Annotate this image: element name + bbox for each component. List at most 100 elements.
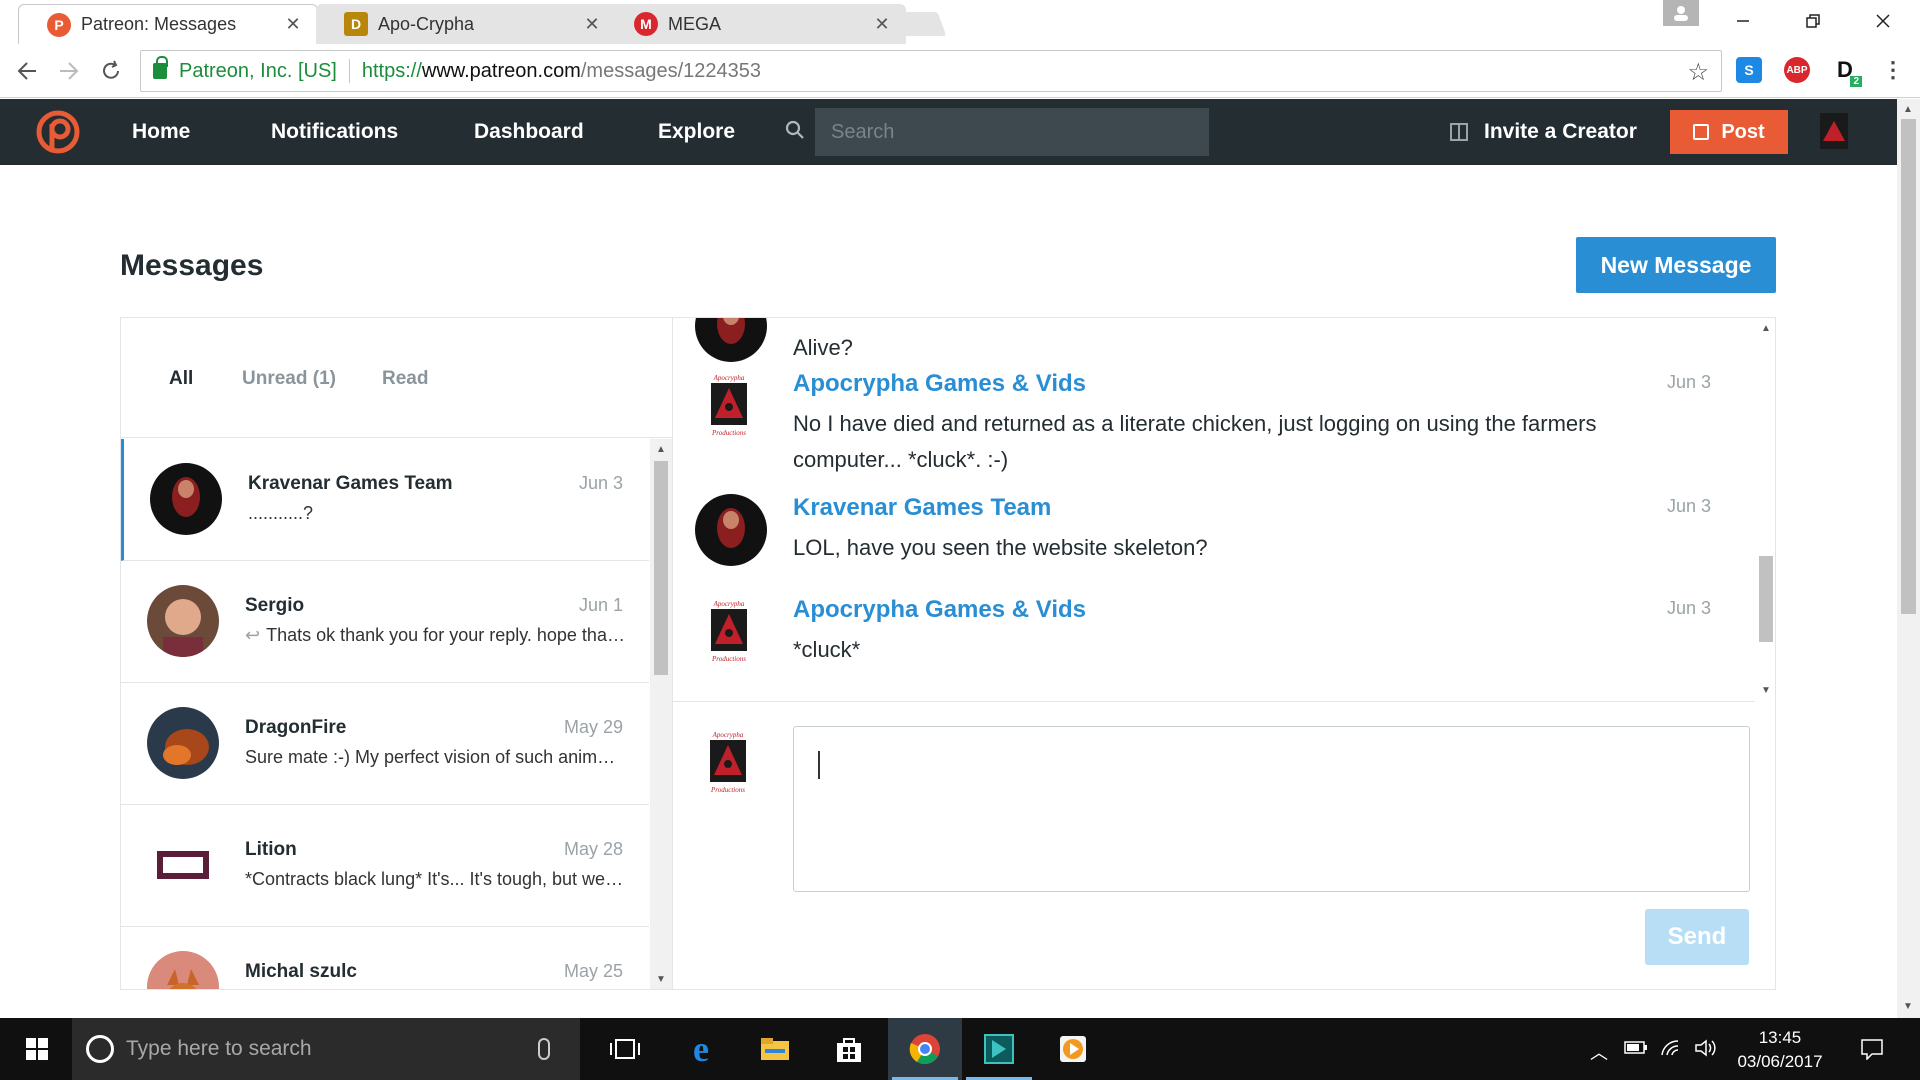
conversation-date: Jun 3 bbox=[578, 473, 623, 493]
nav-explore[interactable]: Explore bbox=[658, 120, 735, 144]
volume-icon[interactable] bbox=[1694, 1039, 1718, 1062]
message-sender[interactable]: Apocrypha Games & Vids bbox=[793, 596, 1086, 624]
chevron-up-icon[interactable]: ︿ bbox=[1590, 1039, 1608, 1065]
close-icon[interactable]: ✕ bbox=[283, 14, 303, 35]
file-explorer-icon[interactable] bbox=[738, 1018, 812, 1080]
address-bar[interactable]: Patreon, Inc. [US] https:// www.patreon.… bbox=[140, 50, 1722, 92]
search-input[interactable] bbox=[815, 108, 1209, 156]
nav-home[interactable]: Home bbox=[132, 120, 190, 144]
conversation-preview: ↩ Thats ok thank you for your reply. hope… bbox=[245, 625, 625, 646]
back-arrow-icon[interactable] bbox=[10, 54, 44, 88]
post-label: Post bbox=[1721, 120, 1765, 143]
message-thread: Alive? Apocrypha Productions Apocrypha G… bbox=[673, 318, 1755, 702]
tab-apo-crypha[interactable]: D Apo-Crypha ✕ bbox=[316, 4, 616, 44]
thread-scrollbar[interactable]: ▲ ▼ bbox=[1755, 318, 1775, 702]
scroll-down-icon[interactable]: ▼ bbox=[1901, 1000, 1915, 1014]
clock-date: 03/06/2017 bbox=[1737, 1052, 1823, 1071]
new-tab-button[interactable] bbox=[891, 12, 947, 36]
conversation-item-dragonfire[interactable]: DragonFire May 29 Sure mate :-) My perfe… bbox=[121, 683, 649, 805]
message-sender[interactable]: Apocrypha Games & Vids bbox=[793, 370, 1086, 398]
minimize-icon[interactable] bbox=[1720, 6, 1766, 36]
skype-extension-icon[interactable]: S bbox=[1736, 57, 1762, 83]
message-text: *cluck* bbox=[793, 637, 861, 662]
avatar bbox=[695, 494, 767, 566]
conversation-item-michal[interactable]: Michal szulc May 25 bbox=[121, 927, 649, 989]
store-icon[interactable] bbox=[812, 1018, 886, 1080]
video-player-icon[interactable] bbox=[1036, 1018, 1110, 1080]
apocrypha-logo-icon: Apocrypha Productions bbox=[710, 731, 746, 794]
message-input[interactable] bbox=[793, 726, 1750, 892]
invite-creator-link[interactable]: Invite a Creator bbox=[1450, 120, 1637, 144]
task-view-icon[interactable] bbox=[588, 1018, 662, 1080]
mega-favicon-icon: M bbox=[634, 12, 658, 36]
taskbar-search[interactable]: Type here to search bbox=[72, 1018, 580, 1080]
forward-arrow-icon[interactable] bbox=[52, 54, 86, 88]
profile-icon[interactable] bbox=[1663, 0, 1699, 26]
conversation-item-sergio[interactable]: Sergio Jun 1 ↩ Thats ok thank you for you… bbox=[121, 561, 649, 683]
filter-read[interactable]: Read bbox=[382, 368, 428, 390]
message-filters: All Unread (1) Read bbox=[121, 318, 672, 438]
post-button[interactable]: Post bbox=[1670, 110, 1788, 154]
conversation-name: DragonFire bbox=[245, 717, 347, 738]
close-icon[interactable]: ✕ bbox=[872, 14, 892, 35]
send-button[interactable]: Send bbox=[1645, 909, 1749, 965]
close-window-icon[interactable] bbox=[1860, 6, 1906, 36]
scroll-up-icon[interactable]: ▲ bbox=[1901, 103, 1915, 117]
tab-patreon-messages[interactable]: P Patreon: Messages ✕ bbox=[18, 4, 318, 44]
scroll-up-icon[interactable]: ▲ bbox=[654, 443, 668, 457]
cortana-icon bbox=[86, 1035, 114, 1063]
scrollbar-thumb[interactable] bbox=[654, 461, 668, 675]
battery-icon[interactable] bbox=[1624, 1039, 1648, 1060]
tab-mega[interactable]: M MEGA ✕ bbox=[606, 4, 906, 44]
avatar bbox=[147, 951, 219, 989]
conversation-item-lition[interactable]: Lition May 28 *Contracts black lung* It'… bbox=[121, 805, 649, 927]
logo-text-top: Apocrypha bbox=[713, 600, 745, 608]
patreon-logo-icon[interactable] bbox=[36, 110, 80, 154]
conversation-name: Sergio bbox=[245, 595, 305, 616]
patreon-favicon-icon: P bbox=[47, 12, 71, 37]
chrome-icon[interactable] bbox=[888, 1018, 962, 1080]
avatar bbox=[147, 585, 219, 657]
filter-all[interactable]: All bbox=[169, 368, 193, 390]
user-avatar[interactable] bbox=[1820, 113, 1848, 149]
edge-browser-icon[interactable]: e bbox=[664, 1018, 738, 1080]
scroll-down-icon[interactable]: ▼ bbox=[654, 973, 668, 987]
page-scrollbar[interactable]: ▲ ▼ bbox=[1897, 99, 1920, 1018]
dashlane-extension-icon[interactable]: D2 bbox=[1832, 57, 1862, 87]
tab-title: Apo-Crypha bbox=[378, 13, 475, 34]
nav-dashboard[interactable]: Dashboard bbox=[474, 120, 584, 144]
extension-badge: 2 bbox=[1850, 76, 1862, 87]
conversation-preview: *Contracts black lung* It's... It's toug… bbox=[245, 869, 625, 889]
conversation-item-kravenar[interactable]: Kravenar Games Team Jun 3 ...........? bbox=[121, 439, 649, 561]
invite-label: Invite a Creator bbox=[1484, 120, 1637, 143]
message-sender[interactable]: Kravenar Games Team bbox=[793, 494, 1051, 522]
logo-text-bottom: Productions bbox=[711, 429, 746, 437]
notifications-icon[interactable] bbox=[1832, 1018, 1912, 1080]
bookmark-star-icon[interactable]: ☆ bbox=[1687, 58, 1709, 87]
system-clock[interactable]: 13:45 03/06/2017 bbox=[1730, 1026, 1830, 1074]
scrollbar-thumb[interactable] bbox=[1901, 119, 1916, 614]
adblock-plus-icon[interactable]: ABP bbox=[1784, 57, 1810, 83]
url-host: www.patreon.com bbox=[421, 59, 581, 82]
filter-unread[interactable]: Unread (1) bbox=[242, 368, 336, 390]
chrome-menu-icon[interactable]: ⋮ bbox=[1880, 57, 1906, 83]
media-app-icon[interactable] bbox=[962, 1018, 1036, 1080]
reload-icon[interactable] bbox=[94, 54, 128, 88]
restore-icon[interactable] bbox=[1790, 6, 1836, 36]
conversation-list-scrollbar[interactable]: ▲ ▼ bbox=[650, 439, 672, 989]
logo-text-top: Apocrypha bbox=[713, 374, 745, 382]
windows-start-icon[interactable] bbox=[0, 1018, 74, 1080]
avatar bbox=[147, 829, 219, 901]
wifi-icon[interactable] bbox=[1660, 1039, 1682, 1062]
apo-crypha-favicon-icon: D bbox=[344, 12, 368, 36]
apocrypha-logo-icon bbox=[1823, 121, 1845, 141]
scrollbar-thumb[interactable] bbox=[1759, 556, 1773, 642]
microphone-icon[interactable] bbox=[538, 1038, 550, 1060]
conversation-date: May 25 bbox=[563, 961, 623, 981]
close-icon[interactable]: ✕ bbox=[582, 14, 602, 35]
scroll-up-icon[interactable]: ▲ bbox=[1759, 322, 1773, 336]
nav-notifications[interactable]: Notifications bbox=[271, 120, 398, 144]
scroll-down-icon[interactable]: ▼ bbox=[1759, 684, 1773, 698]
new-message-button[interactable]: New Message bbox=[1576, 237, 1776, 293]
divider bbox=[348, 59, 350, 83]
